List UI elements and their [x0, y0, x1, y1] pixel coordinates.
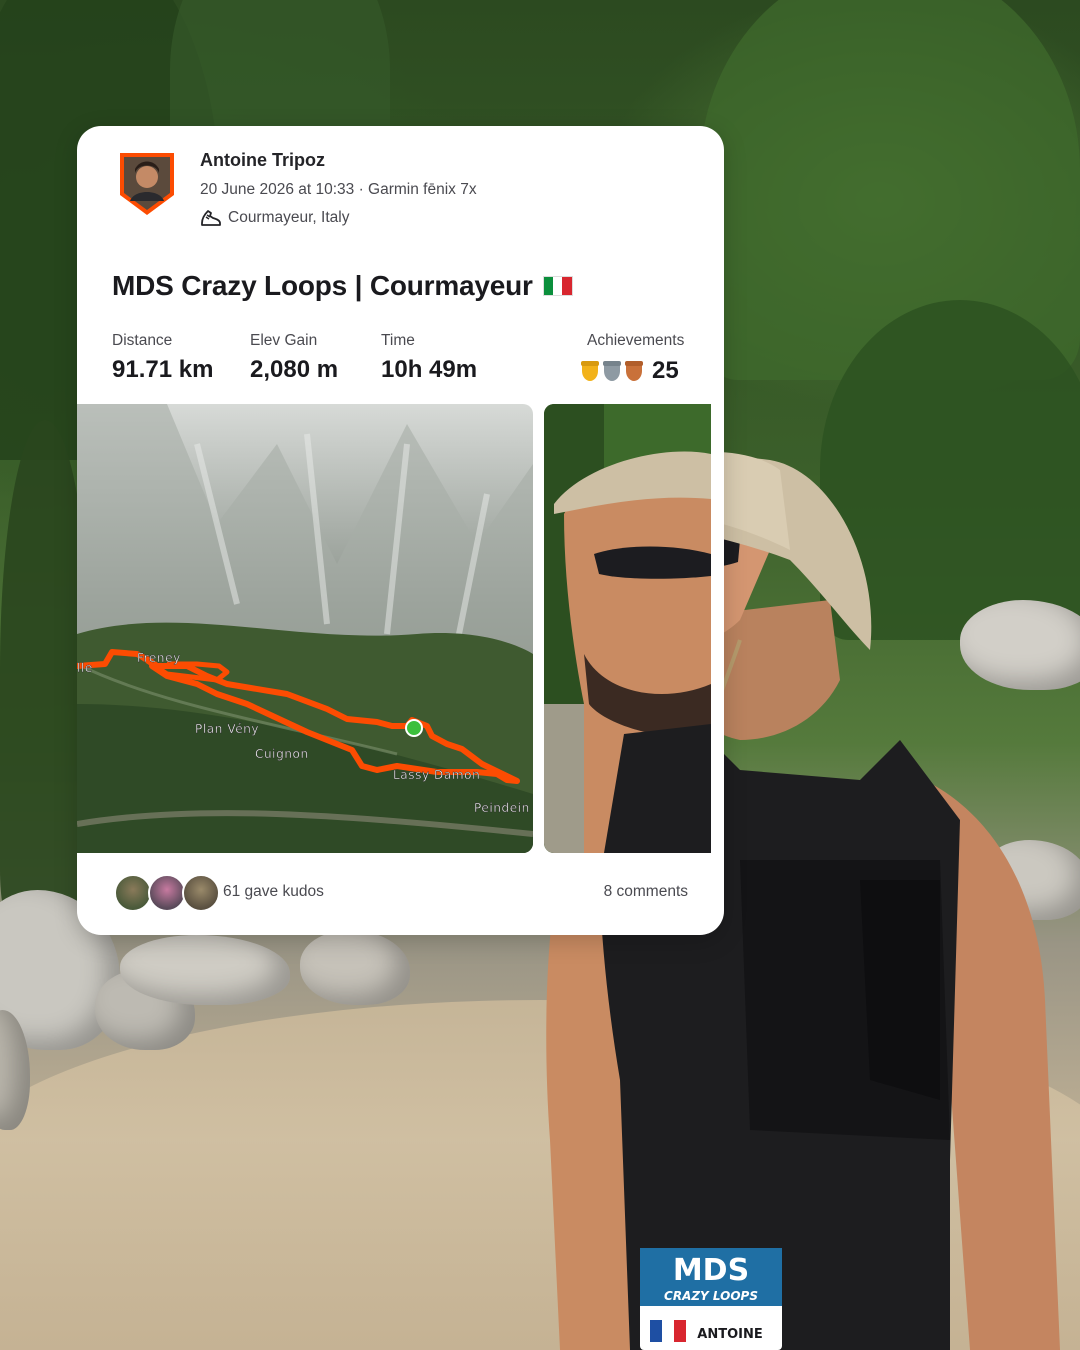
activity-date-device: 20 June 2026 at 10:33 · Garmin fēnix 7x — [200, 181, 477, 198]
comments-count[interactable]: 8 comments — [604, 883, 688, 901]
activity-title[interactable]: MDS Crazy Loops | Courmayeur — [112, 270, 573, 302]
boulder — [300, 930, 410, 1005]
elev-gain-label: Elev Gain — [250, 332, 318, 349]
kudos-count[interactable]: 61 gave kudos — [223, 883, 324, 901]
athlete-avatar[interactable] — [118, 151, 176, 217]
start-point-marker — [405, 719, 423, 737]
italy-flag-icon — [542, 276, 573, 296]
boulder — [120, 935, 290, 1005]
achievements-row[interactable]: 25 — [580, 357, 679, 385]
bib-name: ANTOINE — [697, 1327, 762, 1342]
avatar — [148, 874, 186, 912]
avatar — [182, 874, 220, 912]
bronze-trophy-icon — [625, 361, 643, 381]
elev-gain-value: 2,080 m — [250, 356, 339, 383]
map-label: Plan Vény — [195, 722, 259, 736]
run-shoe-icon — [201, 210, 221, 226]
bib-event: CRAZY LOOPS — [664, 1289, 758, 1303]
location-text: Courmayeur, Italy — [228, 209, 350, 226]
kudos-avatars[interactable] — [114, 874, 220, 912]
map-label: Cuignon — [255, 747, 309, 761]
distance-label: Distance — [112, 332, 173, 349]
activity-title-text[interactable]: MDS Crazy Loops | Courmayeur — [112, 270, 533, 302]
activity-location-row: Courmayeur, Italy — [200, 208, 349, 228]
gold-trophy-icon — [581, 361, 599, 381]
achievements-label: Achievements — [587, 332, 685, 349]
athlete-name[interactable]: Antoine Tripoz — [200, 150, 325, 171]
bib-brand: MDS — [673, 1253, 749, 1288]
map-label: Freney — [137, 651, 181, 665]
route-map[interactable]: lle Freney Plan Vény Cuignon Lassy Damon… — [77, 404, 533, 853]
map-label: Peindein — [474, 801, 530, 815]
distance-value: 91.71 km — [112, 356, 214, 383]
time-label: Time — [381, 332, 415, 349]
activity-photo-thumbnail[interactable] — [544, 404, 711, 853]
time-value: 10h 49m — [381, 356, 478, 383]
silver-trophy-icon — [603, 361, 621, 381]
map-label: lle — [77, 661, 93, 675]
avatar — [114, 874, 152, 912]
achievements-count: 25 — [652, 357, 679, 384]
map-label: Lassy Damon — [393, 768, 480, 782]
